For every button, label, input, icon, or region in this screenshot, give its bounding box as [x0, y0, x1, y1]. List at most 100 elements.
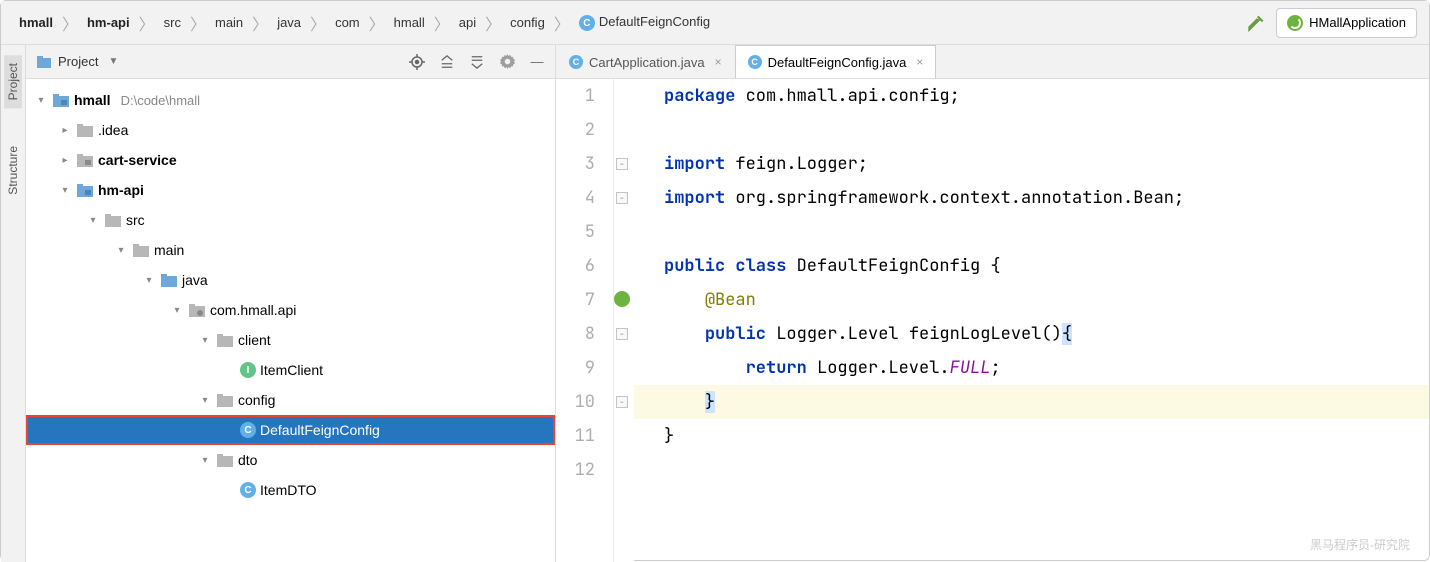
bc-sep: 〉 — [554, 11, 570, 35]
bc-sep: 〉 — [310, 11, 326, 35]
line-number: 5 — [556, 215, 595, 249]
bc-sep: 〉 — [62, 11, 78, 35]
tab-project[interactable]: Project — [4, 55, 22, 108]
chevron-down-icon[interactable]: ▾ — [170, 305, 184, 316]
line-number: 2 — [556, 113, 595, 147]
tree-java[interactable]: ▾ java — [26, 265, 555, 295]
code-line — [634, 453, 1429, 487]
breadcrumb-bar: hmall〉 hm-api〉 src〉 main〉 java〉 com〉 hma… — [1, 1, 1429, 45]
minimize-icon[interactable]: — — [529, 54, 545, 70]
tree-client[interactable]: ▾ client — [26, 325, 555, 355]
tree-label: DefaultFeignConfig — [260, 422, 380, 438]
code-content[interactable]: package com.hmall.api.config; import fei… — [634, 79, 1429, 562]
line-number: 1 — [556, 79, 595, 113]
chevron-right-icon[interactable]: ▸ — [58, 125, 72, 136]
tree-cart-service[interactable]: ▸ cart-service — [26, 145, 555, 175]
tree-label: client — [238, 332, 271, 348]
fold-icon[interactable]: − — [616, 192, 628, 204]
bc-file[interactable]: CDefaultFeignConfig — [573, 11, 716, 35]
code-line: import feign.Logger; — [634, 147, 1429, 181]
class-icon: C — [569, 55, 583, 69]
expand-all-icon[interactable] — [439, 54, 455, 70]
module-icon — [52, 91, 70, 109]
build-icon[interactable] — [1246, 13, 1266, 33]
tree-label: java — [182, 272, 208, 288]
close-icon[interactable]: × — [715, 55, 722, 69]
panel-title: Project — [58, 54, 98, 69]
bc-config[interactable]: config — [504, 12, 551, 33]
run-config-selector[interactable]: HMallApplication — [1276, 8, 1417, 38]
bc-java[interactable]: java — [271, 12, 307, 33]
line-number: 10 — [556, 385, 595, 419]
toolbar-right: HMallApplication — [1246, 8, 1417, 38]
tree-dto[interactable]: ▾ dto — [26, 445, 555, 475]
class-icon: C — [240, 482, 256, 498]
chevron-down-icon[interactable]: ▾ — [198, 335, 212, 346]
bc-com[interactable]: com — [329, 12, 366, 33]
line-number: 4 — [556, 181, 595, 215]
chevron-down-icon[interactable]: ▾ — [86, 215, 100, 226]
folder-icon — [132, 241, 150, 259]
tree-main[interactable]: ▾ main — [26, 235, 555, 265]
bc-sep: 〉 — [485, 11, 501, 35]
class-icon: C — [748, 55, 762, 69]
bc-api[interactable]: api — [453, 12, 482, 33]
fold-icon[interactable]: − — [616, 158, 628, 170]
collapse-all-icon[interactable] — [469, 54, 485, 70]
spring-bean-icon[interactable] — [614, 291, 630, 307]
code-line: public Logger.Level feignLogLevel(){ — [632, 317, 1429, 351]
bc-hmall2[interactable]: hmall — [388, 12, 431, 33]
bc-sep: 〉 — [139, 11, 155, 35]
editor-area: C CartApplication.java × C DefaultFeignC… — [556, 45, 1429, 562]
chevron-down-icon[interactable]: ▾ — [142, 275, 156, 286]
tree-label: src — [126, 212, 145, 228]
tree-item-dto[interactable]: C ItemDTO — [26, 475, 555, 505]
chevron-down-icon[interactable]: ▾ — [58, 185, 72, 196]
fold-column: − − − − — [614, 79, 634, 562]
tree-label: dto — [238, 452, 257, 468]
tree-default-feign-config[interactable]: C DefaultFeignConfig — [26, 415, 555, 445]
tab-structure[interactable]: Structure — [4, 138, 22, 203]
source-folder-icon — [160, 271, 178, 289]
chevron-down-icon[interactable]: ▾ — [198, 395, 212, 406]
chevron-right-icon[interactable]: ▸ — [58, 155, 72, 166]
tree-label: cart-service — [98, 152, 177, 168]
code-line: } — [632, 385, 1429, 419]
chevron-down-icon[interactable]: ▾ — [114, 245, 128, 256]
close-icon[interactable]: × — [916, 55, 923, 69]
tool-window-bar: Project Structure — [1, 45, 26, 562]
locate-icon[interactable] — [409, 54, 425, 70]
tree-root[interactable]: ▾ hmall D:\code\hmall — [26, 85, 555, 115]
tab-label: DefaultFeignConfig.java — [768, 55, 907, 70]
tab-cart-application[interactable]: C CartApplication.java × — [556, 45, 735, 78]
code-line: return Logger.Level.FULL; — [632, 351, 1429, 385]
line-number: 9 — [556, 351, 595, 385]
chevron-down-icon[interactable]: ▾ — [34, 95, 48, 106]
gear-icon[interactable] — [499, 54, 515, 70]
code-editor[interactable]: 1 2 3 4 5 6 7 8 9 10 11 12 − − − − — [556, 79, 1429, 562]
tree-label: hm-api — [98, 182, 144, 198]
fold-icon[interactable]: − — [616, 328, 628, 340]
tab-default-feign-config[interactable]: C DefaultFeignConfig.java × — [735, 45, 937, 78]
tree-label: ItemDTO — [260, 482, 317, 498]
code-line: public class DefaultFeignConfig { — [634, 249, 1429, 283]
tree-item-client[interactable]: I ItemClient — [26, 355, 555, 385]
bc-src[interactable]: src — [158, 12, 187, 33]
package-icon — [216, 391, 234, 409]
run-config-label: HMallApplication — [1309, 15, 1406, 30]
chevron-down-icon[interactable]: ▾ — [198, 455, 212, 466]
tree-config[interactable]: ▾ config — [26, 385, 555, 415]
panel-view-selector[interactable]: Project ▼ — [36, 54, 409, 70]
project-tree[interactable]: ▾ hmall D:\code\hmall ▸ .idea ▸ cart-ser… — [26, 79, 555, 562]
package-icon — [216, 451, 234, 469]
bc-hmall[interactable]: hmall — [13, 12, 59, 33]
fold-icon[interactable]: − — [616, 396, 628, 408]
tree-package[interactable]: ▾ com.hmall.api — [26, 295, 555, 325]
bc-hm-api[interactable]: hm-api — [81, 12, 136, 33]
tree-hm-api[interactable]: ▾ hm-api — [26, 175, 555, 205]
tree-idea[interactable]: ▸ .idea — [26, 115, 555, 145]
breadcrumb: hmall〉 hm-api〉 src〉 main〉 java〉 com〉 hma… — [13, 11, 1246, 35]
tree-src[interactable]: ▾ src — [26, 205, 555, 235]
bc-sep: 〉 — [434, 11, 450, 35]
bc-main[interactable]: main — [209, 12, 249, 33]
